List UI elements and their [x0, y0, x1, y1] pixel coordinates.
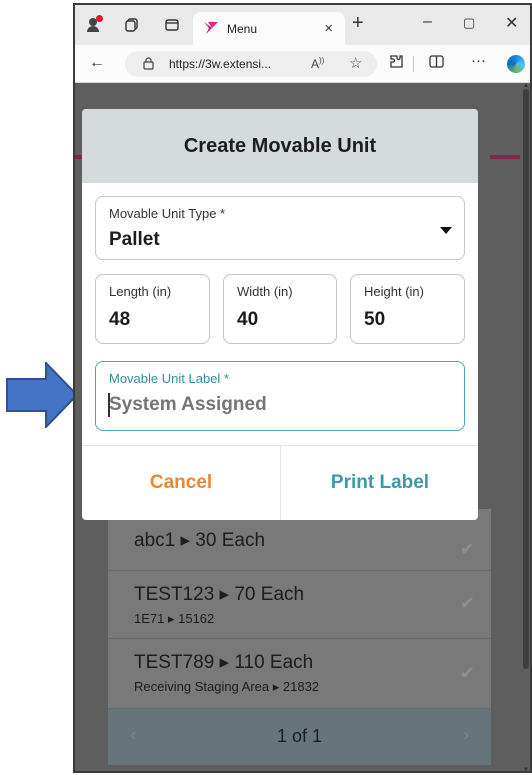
minimize-icon[interactable]: –	[423, 13, 432, 31]
scrollbar[interactable]: ▲ ▼	[521, 83, 530, 771]
scroll-down-icon[interactable]: ▼	[523, 767, 529, 771]
movable-unit-label-field[interactable]: Movable Unit Label *	[95, 361, 465, 431]
maximize-icon[interactable]: ▢	[463, 15, 475, 31]
unit-label-input[interactable]	[109, 394, 449, 416]
browser-window: Menu × + – ▢ ✕ ← https://3w.extensi... A…	[73, 3, 532, 773]
lock-icon	[143, 57, 154, 70]
cancel-button[interactable]: Cancel	[82, 446, 280, 520]
dropdown-arrow-icon	[440, 227, 452, 234]
url-field[interactable]: https://3w.extensi... A)) ☆	[125, 51, 377, 77]
width-value: 40	[237, 309, 259, 330]
pointer-arrow-icon	[6, 362, 78, 428]
width-field[interactable]: Width (in) 40	[223, 274, 337, 344]
create-movable-unit-dialog: Create Movable Unit Movable Unit Type * …	[82, 109, 478, 520]
address-bar: ← https://3w.extensi... A)) ☆ ···	[75, 45, 530, 83]
width-label: Width (in)	[237, 284, 293, 299]
check-icon: ✔	[459, 663, 475, 683]
list-item-secondary: Receiving Staging Area ▸ 21832	[134, 679, 320, 694]
list-item[interactable]: TEST789 ▸ 110 Each Receiving Staging Are…	[108, 639, 491, 709]
tab-actions-icon[interactable]	[165, 18, 179, 32]
page-indicator: 1 of 1	[276, 726, 323, 746]
more-menu-icon[interactable]: ···	[471, 52, 486, 69]
height-label: Height (in)	[364, 284, 424, 299]
height-field[interactable]: Height (in) 50	[350, 274, 465, 344]
length-field[interactable]: Length (in) 48	[95, 274, 210, 344]
close-window-icon[interactable]: ✕	[505, 13, 518, 33]
scrollbar-thumb[interactable]	[523, 89, 529, 669]
page-accent-bar-right	[490, 155, 520, 159]
browser-tab[interactable]: Menu ×	[193, 12, 345, 45]
unit-label-label: Movable Unit Label *	[109, 371, 229, 386]
tab-title: Menu	[227, 22, 258, 36]
extensions-icon[interactable]	[389, 54, 404, 73]
length-label: Length (in)	[109, 284, 172, 299]
new-tab-icon[interactable]: +	[352, 12, 364, 35]
print-label-button[interactable]: Print Label	[281, 446, 478, 520]
toolbar-separator	[413, 56, 414, 72]
collections-icon[interactable]	[125, 18, 139, 32]
profile-icon[interactable]	[87, 15, 103, 32]
back-icon[interactable]: ←	[89, 54, 105, 72]
dialog-header: Create Movable Unit	[82, 109, 478, 183]
copilot-icon[interactable]	[507, 55, 525, 73]
tab-close-icon[interactable]: ×	[324, 20, 333, 37]
split-screen-icon[interactable]	[429, 54, 444, 73]
type-value: Pallet	[109, 229, 160, 250]
pager: ‹ 1 of 1 ›	[108, 709, 491, 765]
movable-unit-type-select[interactable]: Movable Unit Type * Pallet	[95, 196, 465, 260]
read-aloud-icon[interactable]: A))	[311, 56, 324, 71]
type-label: Movable Unit Type *	[109, 206, 226, 221]
page-viewport: abc1 ▸ 30 Each ✔ TEST123 ▸ 70 Each 1E71 …	[75, 83, 530, 771]
screenshot-stage: Menu × + – ▢ ✕ ← https://3w.extensi... A…	[0, 0, 532, 775]
list-item-primary: TEST123 ▸ 70 Each	[134, 584, 305, 605]
url-text: https://3w.extensi...	[169, 57, 272, 71]
site-logo-icon	[204, 22, 218, 34]
list-item[interactable]: TEST123 ▸ 70 Each 1E71 ▸ 15162 ✔	[108, 571, 491, 639]
title-bar: Menu × + – ▢ ✕	[75, 5, 530, 45]
length-value: 48	[109, 309, 131, 330]
dialog-title: Create Movable Unit	[183, 135, 377, 157]
next-page-icon[interactable]: ›	[463, 725, 469, 745]
list-item-primary: abc1 ▸ 30 Each	[134, 530, 266, 551]
favorite-star-icon[interactable]: ☆	[349, 54, 362, 72]
list-item-primary: TEST789 ▸ 110 Each	[134, 652, 314, 673]
list-item-secondary: 1E71 ▸ 15162	[134, 611, 215, 626]
check-icon: ✔	[459, 539, 475, 559]
height-value: 50	[364, 309, 386, 330]
text-caret	[108, 393, 110, 417]
check-icon: ✔	[459, 593, 475, 613]
